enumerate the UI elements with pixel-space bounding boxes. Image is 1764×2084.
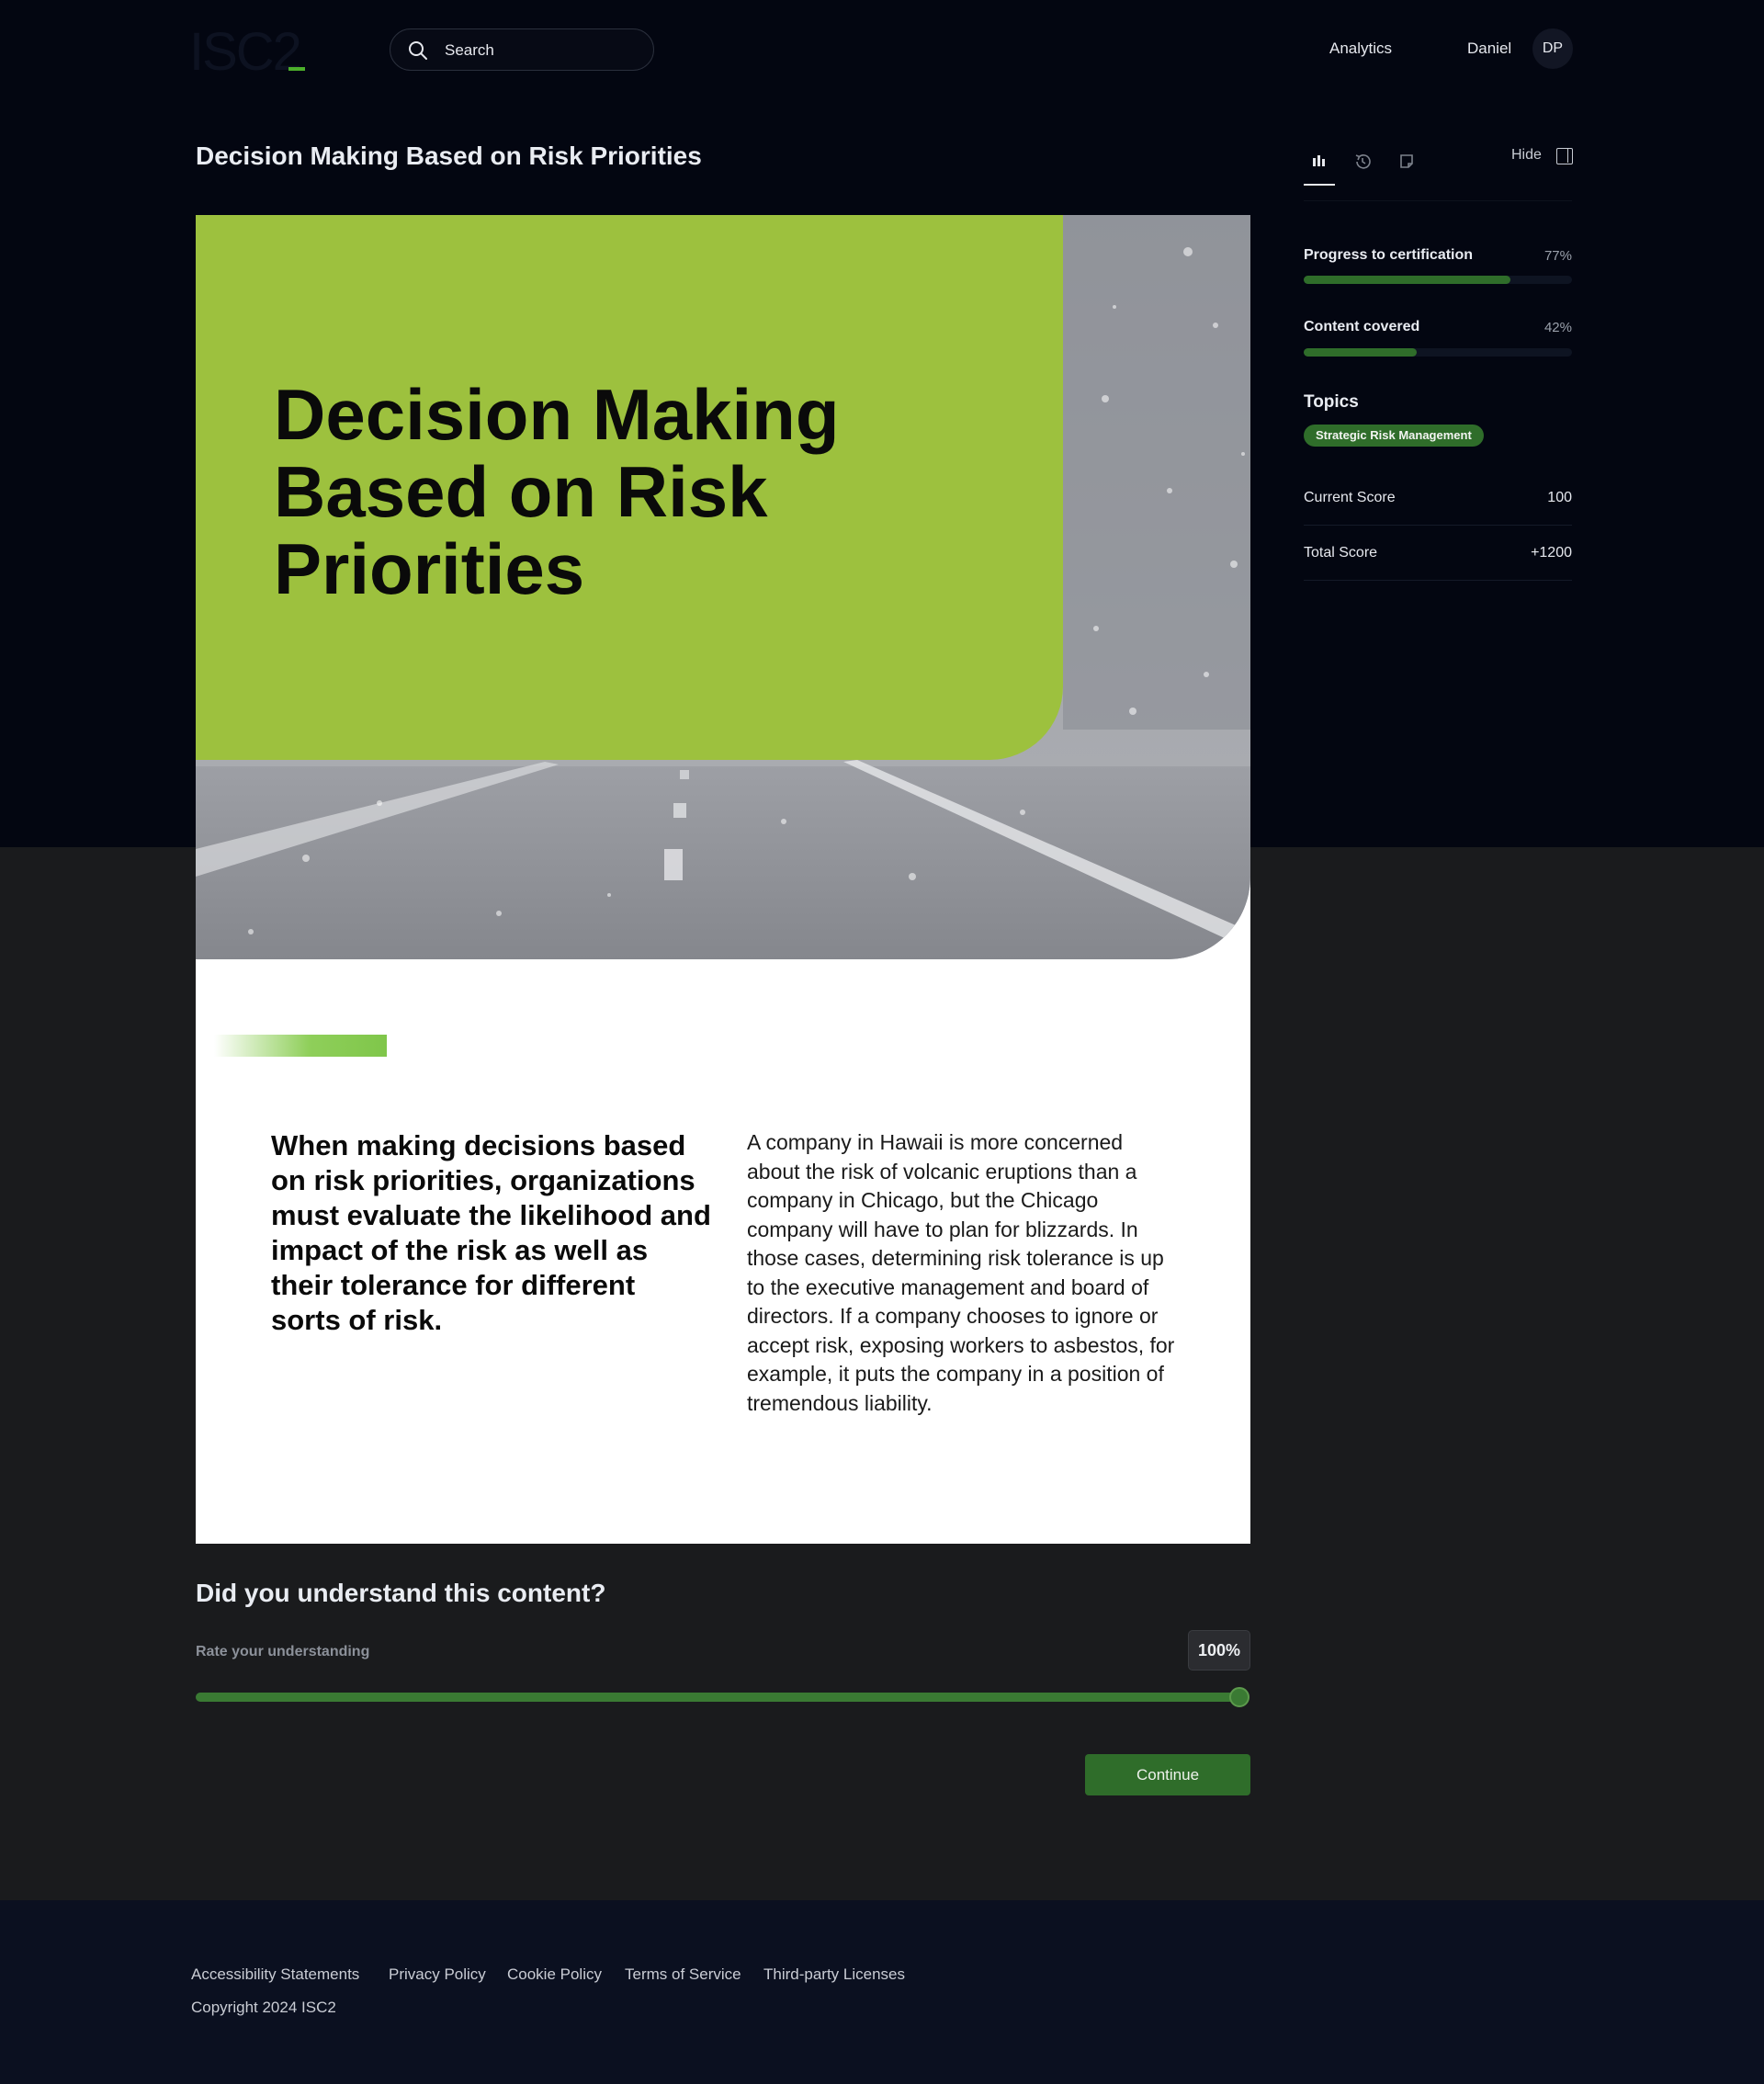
- stats-icon: [1313, 155, 1325, 166]
- progress-bar: [1304, 276, 1572, 284]
- body-paragraph: A company in Hawaii is more concerned ab…: [747, 1130, 1175, 1415]
- avatar[interactable]: DP: [1532, 28, 1573, 69]
- notes-icon: [1400, 154, 1413, 168]
- continue-button[interactable]: Continue: [1085, 1754, 1250, 1795]
- content-covered-label: Content covered: [1304, 319, 1420, 334]
- footer-link-licenses[interactable]: Third-party Licenses: [763, 1965, 905, 1984]
- total-score-row: Total Score +1200: [1304, 526, 1572, 581]
- lesson-card: Decision Making Based on Risk Priorities…: [196, 215, 1250, 1544]
- footer-link-terms[interactable]: Terms of Service: [625, 1965, 741, 1984]
- hero-title-panel: Decision Making Based on Risk Priorities: [196, 215, 1063, 760]
- footer-link-cookie[interactable]: Cookie Policy: [507, 1965, 602, 1984]
- panel-toggle-icon[interactable]: [1556, 148, 1573, 164]
- copyright: Copyright 2024 ISC2: [191, 1999, 336, 2016]
- content-covered-bar-fill: [1304, 348, 1417, 357]
- hide-panel-button[interactable]: Hide: [1511, 147, 1542, 164]
- rate-label: Rate your understanding: [196, 1644, 370, 1659]
- progress-label: Progress to certification: [1304, 247, 1474, 263]
- logo-accent: [288, 67, 305, 71]
- search-input[interactable]: Search: [390, 28, 654, 71]
- progress-value: 77%: [1544, 248, 1572, 264]
- lead-paragraph: When making decisions based on risk prio…: [271, 1129, 711, 1336]
- search-placeholder: Search: [445, 41, 494, 59]
- slider-fill: [196, 1693, 1239, 1702]
- content-covered-bar: [1304, 348, 1572, 357]
- tab-history[interactable]: [1348, 147, 1377, 176]
- isc2-logo[interactable]: ISC2: [189, 26, 302, 79]
- progress-bar-fill: [1304, 276, 1510, 284]
- nav-analytics-link[interactable]: Analytics: [1329, 40, 1392, 58]
- footer-link-accessibility[interactable]: Accessibility Statements: [191, 1965, 359, 1984]
- current-score-label: Current Score: [1304, 490, 1396, 505]
- user-name[interactable]: Daniel: [1467, 40, 1511, 58]
- search-icon: [409, 41, 427, 60]
- understanding-slider[interactable]: [196, 1693, 1239, 1702]
- topics-title: Topics: [1304, 392, 1359, 412]
- total-score-value: +1200: [1531, 545, 1572, 561]
- page-title: Decision Making Based on Risk Priorities: [196, 142, 702, 170]
- current-score-row: Current Score 100: [1304, 470, 1572, 526]
- footer: [0, 1900, 1764, 2084]
- tab-stats[interactable]: [1304, 147, 1335, 186]
- rate-value-badge: 100%: [1188, 1630, 1250, 1671]
- history-icon: [1355, 154, 1371, 169]
- hero-title: Decision Making Based on Risk Priorities: [274, 374, 840, 609]
- total-score-label: Total Score: [1304, 545, 1378, 561]
- footer-link-privacy[interactable]: Privacy Policy: [389, 1965, 486, 1984]
- understanding-question: Did you understand this content?: [196, 1579, 606, 1607]
- tab-notes[interactable]: [1392, 147, 1421, 176]
- current-score-value: 100: [1547, 490, 1572, 505]
- slider-thumb[interactable]: [1229, 1687, 1250, 1707]
- content-covered-value: 42%: [1544, 320, 1572, 335]
- panel-divider: [1304, 200, 1572, 201]
- accent-bar: [214, 1035, 387, 1057]
- topic-chip[interactable]: Strategic Risk Management: [1304, 425, 1484, 447]
